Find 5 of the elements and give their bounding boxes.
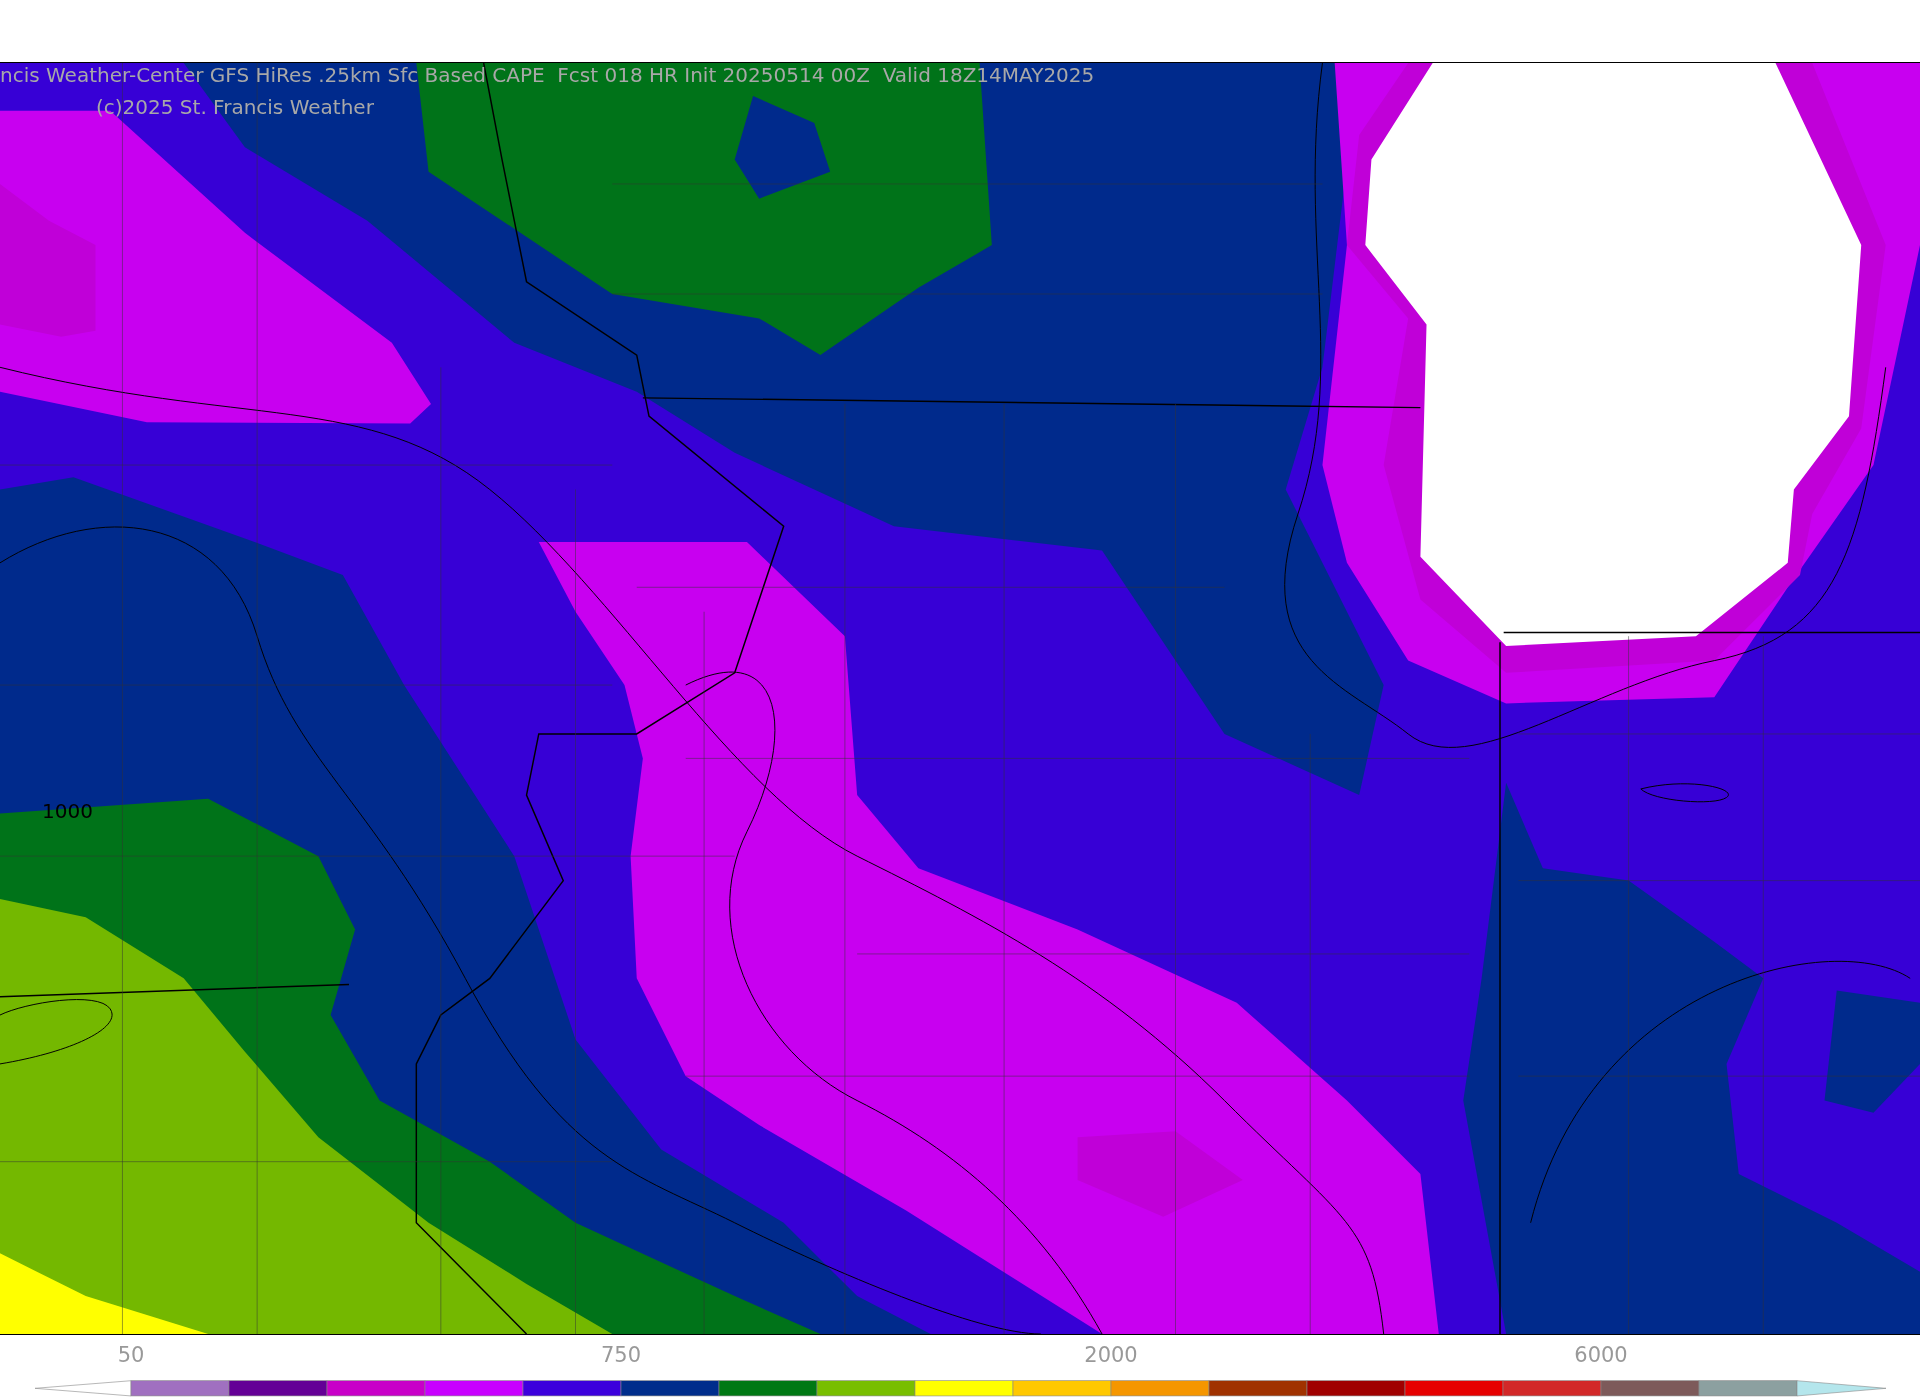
- colorbar-tick-label: 2000: [1084, 1342, 1138, 1368]
- colorbar-tick-label: 50: [117, 1342, 145, 1368]
- copyright-text: (c)2025 St. Francis Weather: [96, 94, 374, 120]
- colorbar-tick-label: 6000: [1574, 1342, 1628, 1368]
- colorbar-tick-label: 750: [600, 1342, 642, 1368]
